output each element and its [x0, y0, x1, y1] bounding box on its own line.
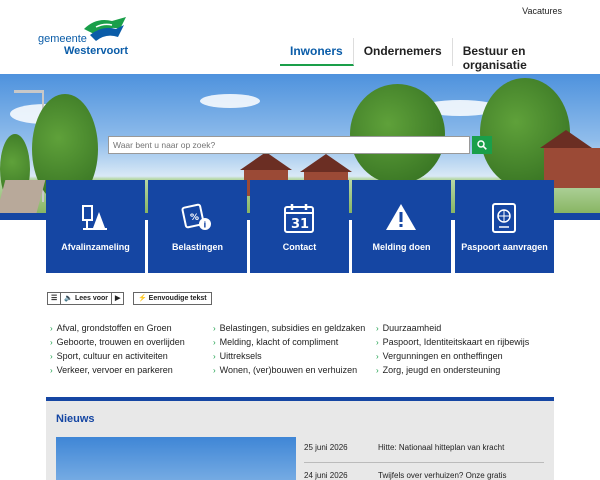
- topic-link[interactable]: › Verkeer, vervoer en parkeren: [50, 363, 220, 377]
- calendar-icon: 31: [284, 204, 314, 233]
- topic-link[interactable]: › Geboorte, trouwen en overlijden: [50, 335, 220, 349]
- chevron-right-icon: ›: [376, 338, 379, 347]
- chevron-right-icon: ›: [376, 324, 379, 333]
- tax-icon: % i: [181, 203, 211, 230]
- calendar-number: 31: [291, 217, 309, 232]
- search-input[interactable]: [108, 136, 470, 154]
- tile-label: Contact: [282, 242, 317, 252]
- nav-bestuur-en-organisatie[interactable]: Bestuur en organisatie: [453, 38, 600, 72]
- tile-label: Belastingen: [171, 242, 223, 252]
- chevron-right-icon: ›: [50, 366, 53, 375]
- logo[interactable]: gemeente Westervoort: [38, 15, 138, 60]
- main-navigation: Inwoners Ondernemers Bestuur en organisa…: [280, 38, 600, 72]
- news-item[interactable]: 25 juni 2026 Hitte: Nationaal hitteplan …: [304, 443, 544, 463]
- topic-column-1: › Afval, grondstoffen en Groen › Geboorte,…: [50, 321, 220, 377]
- news-date: 24 juni 2026: [304, 471, 348, 480]
- topic-link[interactable]: › Vergunningen en ontheffingen: [376, 349, 546, 363]
- search-button[interactable]: [472, 136, 492, 154]
- readspeaker-menu-button[interactable]: ☰: [47, 292, 62, 305]
- topic-link[interactable]: › Duurzaamheid: [376, 321, 546, 335]
- quick-tasks: Afvalinzameling % i Belastingen 31 Conta…: [46, 180, 554, 273]
- eenvoudige-tekst-label: Eenvoudige tekst: [148, 295, 207, 302]
- warning-icon: [386, 204, 416, 230]
- tile-melding-doen[interactable]: Melding doen: [352, 180, 451, 273]
- chevron-right-icon: ›: [50, 352, 53, 361]
- chevron-right-icon: ›: [376, 352, 379, 361]
- tile-label: Melding doen: [372, 242, 431, 252]
- lightning-icon: ⚡: [138, 295, 147, 302]
- chevron-right-icon: ›: [50, 324, 53, 333]
- chevron-right-icon: ›: [213, 338, 216, 347]
- topic-link[interactable]: › Zorg, jeugd en ondersteuning: [376, 363, 546, 377]
- tile-paspoort-aanvragen[interactable]: Paspoort aanvragen: [455, 180, 554, 273]
- readspeaker-toolbar: ☰ 🔈 Lees voor ▶: [47, 292, 125, 305]
- logo-text-westervoort: Westervoort: [64, 45, 128, 57]
- topic-link[interactable]: › Melding, klacht of compliment: [213, 335, 383, 349]
- chevron-right-icon: ›: [376, 366, 379, 375]
- logo-emblem-icon: [84, 17, 126, 41]
- chevron-right-icon: ›: [213, 324, 216, 333]
- chevron-right-icon: ›: [50, 338, 53, 347]
- tile-belastingen[interactable]: % i Belastingen: [148, 180, 247, 273]
- news-section: Nieuws 25 juni 2026 Hitte: Nationaal hit…: [46, 397, 554, 480]
- play-icon: ▶: [115, 295, 121, 302]
- news-title: Hitte: Nationaal hitteplan van kracht: [378, 443, 505, 452]
- topic-link[interactable]: › Sport, cultuur en activiteiten: [50, 349, 220, 363]
- svg-text:%: %: [190, 213, 199, 223]
- recycling-icon: [82, 205, 107, 230]
- topic-column-2: › Belastingen, subsidies en geldzaken › Me…: [213, 321, 383, 377]
- topic-link[interactable]: › Paspoort, Identiteitskaart en rijbewijs: [376, 335, 546, 349]
- vacatures-link[interactable]: Vacatures: [522, 6, 562, 16]
- passport-icon: [492, 203, 516, 233]
- tile-contact[interactable]: 31 Contact: [250, 180, 349, 273]
- tile-label: Paspoort aanvragen: [461, 242, 548, 252]
- speaker-icon: 🔈: [64, 295, 73, 302]
- tile-afvalinzameling[interactable]: Afvalinzameling: [46, 180, 145, 273]
- news-date: 25 juni 2026: [304, 443, 348, 452]
- news-heading: Nieuws: [56, 413, 95, 425]
- eenvoudige-tekst-button[interactable]: ⚡ Eenvoudige tekst: [133, 292, 212, 305]
- news-image[interactable]: [56, 437, 296, 480]
- topic-column-3: › Duurzaamheid › Paspoort, Identiteitskaar…: [376, 321, 546, 377]
- chevron-right-icon: ›: [213, 352, 216, 361]
- news-title: Twijfels over verhuizen? Onze gratis: [378, 471, 507, 480]
- tile-label: Afvalinzameling: [61, 242, 130, 252]
- news-item[interactable]: 24 juni 2026 Twijfels over verhuizen? On…: [304, 471, 544, 480]
- nav-inwoners[interactable]: Inwoners: [280, 38, 354, 66]
- nav-ondernemers[interactable]: Ondernemers: [354, 38, 453, 66]
- svg-text:i: i: [204, 221, 207, 230]
- logo-text-gemeente: gemeente: [38, 33, 87, 45]
- topic-link[interactable]: › Belastingen, subsidies en geldzaken: [213, 321, 383, 335]
- search-icon: [477, 140, 487, 150]
- topic-link[interactable]: › Wonen, (ver)bouwen en verhuizen: [213, 363, 383, 377]
- chevron-right-icon: ›: [213, 366, 216, 375]
- readspeaker-play-button[interactable]: ▶: [111, 292, 125, 305]
- lees-voor-label: Lees voor: [74, 295, 109, 302]
- topic-link[interactable]: › Afval, grondstoffen en Groen: [50, 321, 220, 335]
- topic-link[interactable]: › Uittreksels: [213, 349, 383, 363]
- readspeaker-lees-voor-button[interactable]: 🔈 Lees voor: [60, 292, 113, 305]
